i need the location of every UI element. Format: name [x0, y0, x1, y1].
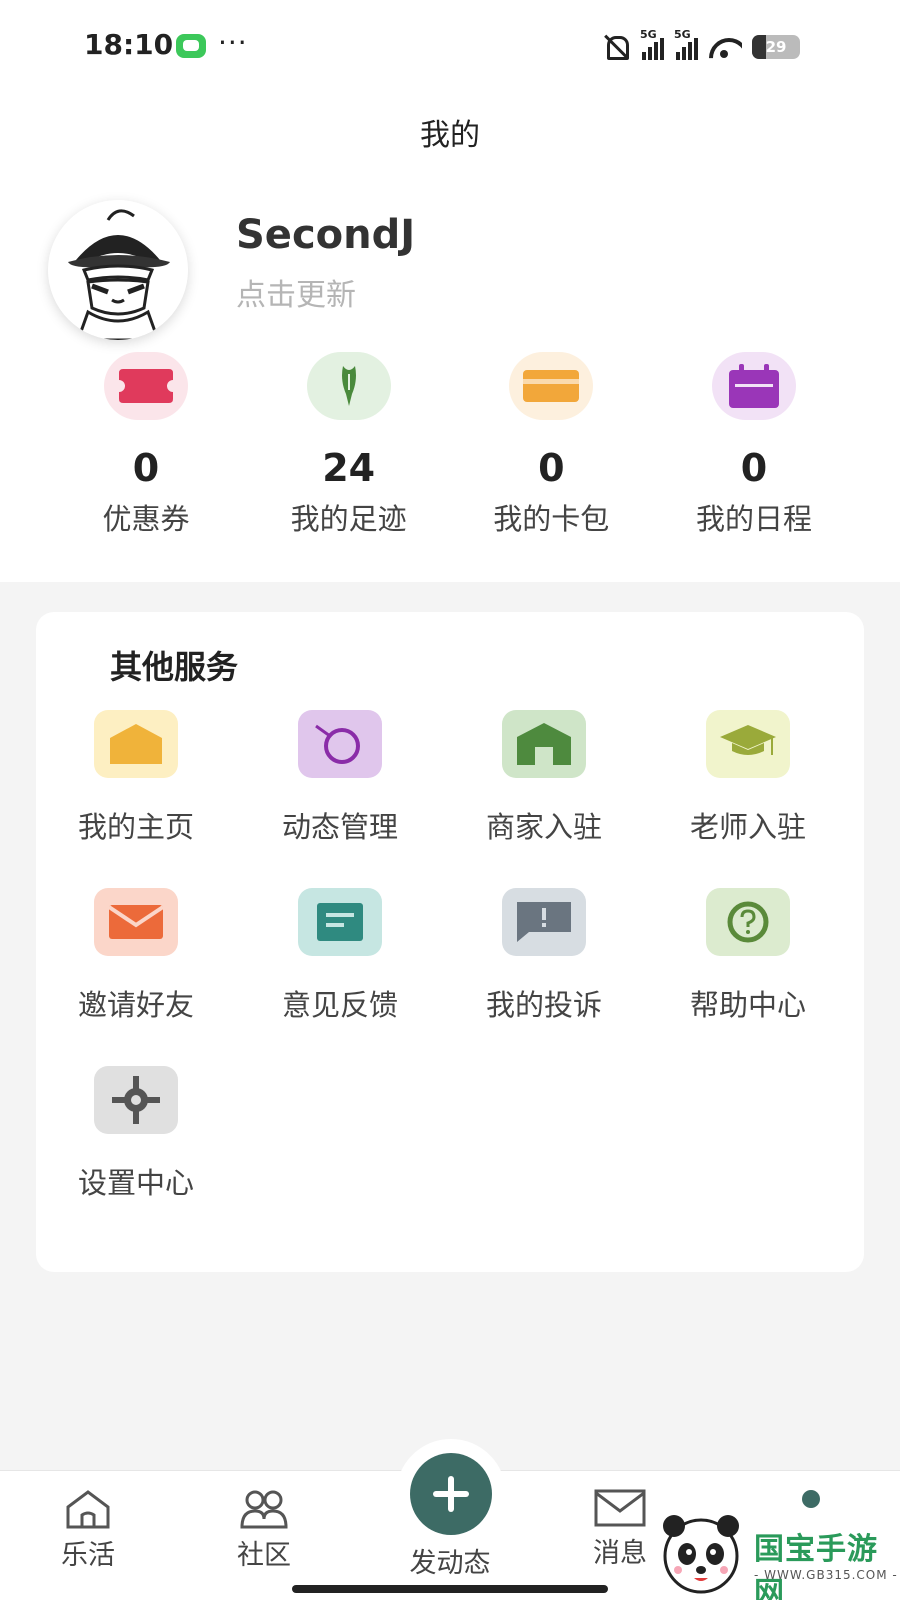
- service-label: 邀请好友: [77, 988, 194, 1022]
- nav-label: 社区: [237, 1540, 291, 1571]
- signal-icon: 5G: [674, 28, 698, 60]
- stat-value: 0: [132, 446, 160, 490]
- service-label: 我的主页: [77, 810, 194, 844]
- service-invite-friends[interactable]: 邀请好友: [36, 888, 236, 1024]
- home-icon: [94, 710, 178, 778]
- card-wallet-icon: [509, 352, 594, 420]
- nav-item-profile-dot[interactable]: [802, 1490, 820, 1508]
- home-indicator: [292, 1585, 608, 1593]
- service-label: 设置中心: [77, 1166, 194, 1200]
- nav-label: 消息: [593, 1538, 647, 1569]
- battery-level: 29: [765, 38, 787, 56]
- service-label: 我的投诉: [485, 988, 602, 1022]
- graduation-cap-icon: [706, 710, 790, 778]
- service-feedback[interactable]: 意见反馈: [240, 888, 440, 1024]
- service-settings-center[interactable]: 设置中心: [36, 1066, 236, 1202]
- mail-icon: [94, 888, 178, 956]
- avatar[interactable]: [48, 200, 188, 340]
- page-title: 我的: [420, 118, 480, 153]
- stat-coupons[interactable]: 0 优惠券: [46, 352, 246, 538]
- more-notifications-icon: ···: [218, 26, 248, 59]
- stat-label: 我的卡包: [493, 502, 610, 536]
- watermark-text: 国宝手游网: [754, 1532, 878, 1600]
- feedback-icon: [298, 888, 382, 956]
- service-label: 老师入驻: [689, 810, 806, 844]
- nav-item-lehuo[interactable]: 乐活: [18, 1489, 158, 1572]
- stats-row: 0 优惠券 24 我的足迹 0 我的卡包 0 我的日程: [46, 352, 854, 538]
- service-moments-management[interactable]: 动态管理: [240, 710, 440, 846]
- stat-value: 24: [322, 446, 376, 490]
- wifi-icon: [708, 34, 742, 60]
- shop-icon: [502, 710, 586, 778]
- stat-label: 我的日程: [695, 502, 812, 536]
- coupon-icon: [104, 352, 188, 420]
- stat-label: 我的足迹: [290, 502, 407, 536]
- service-my-complaints[interactable]: 我的投诉: [444, 888, 644, 1024]
- settings-icon: [94, 1066, 178, 1134]
- service-merchant-join[interactable]: 商家入驻: [444, 710, 644, 846]
- nav-label: 发动态: [409, 1548, 491, 1579]
- other-services-card: 其他服务 我的主页 动态管理 商家入驻 老师入驻 邀请好友 意见反馈 我的投诉 …: [36, 612, 864, 1272]
- service-label: 动态管理: [281, 810, 398, 844]
- post-moment-button[interactable]: [410, 1453, 492, 1535]
- network-type-label: 5G: [640, 28, 657, 41]
- stat-card-wallet[interactable]: 0 我的卡包: [451, 352, 651, 538]
- section-title: 其他服务: [110, 648, 239, 686]
- home-outline-icon: [66, 1490, 110, 1529]
- service-my-homepage[interactable]: 我的主页: [36, 710, 236, 846]
- panda-logo-icon: [663, 1515, 739, 1594]
- service-help-center[interactable]: 帮助中心: [648, 888, 848, 1024]
- service-label: 帮助中心: [689, 988, 806, 1022]
- community-icon: [240, 1490, 288, 1529]
- help-icon: [706, 888, 790, 956]
- plus-icon: [433, 1476, 469, 1512]
- mute-icon: [602, 33, 630, 61]
- nav-label: 乐活: [61, 1540, 115, 1571]
- watermark-url: - WWW.GB315.COM -: [754, 1568, 898, 1582]
- service-label: 商家入驻: [485, 810, 602, 844]
- service-label: 意见反馈: [281, 988, 398, 1022]
- stat-value: 0: [538, 446, 565, 490]
- username[interactable]: SecondJ: [236, 212, 415, 258]
- avatar-image: [48, 200, 188, 340]
- moments-icon: [298, 710, 382, 778]
- network-type-label: 5G: [674, 28, 691, 41]
- nav-item-post[interactable]: 发动态: [380, 1541, 520, 1580]
- status-indicators: 5G 5G 29: [602, 28, 800, 64]
- stat-schedule[interactable]: 0 我的日程: [654, 352, 854, 538]
- stat-label: 优惠券: [102, 502, 190, 536]
- status-bar: 18:10 ··· 5G 5G 29: [0, 0, 900, 90]
- service-teacher-join[interactable]: 老师入驻: [648, 710, 848, 846]
- footprint-icon: [306, 352, 391, 420]
- complaint-icon: [502, 888, 586, 956]
- nav-item-community[interactable]: 社区: [194, 1489, 334, 1572]
- stat-footprints[interactable]: 24 我的足迹: [249, 352, 449, 538]
- battery-icon: 29: [752, 35, 800, 59]
- stat-value: 0: [740, 446, 768, 490]
- calendar-icon: [711, 352, 796, 420]
- message-notification-icon: [176, 34, 206, 58]
- watermark: 国宝手游网 - WWW.GB315.COM -: [650, 1508, 900, 1600]
- message-icon: [594, 1489, 646, 1527]
- status-time: 18:10: [84, 28, 174, 61]
- signal-icon: 5G: [640, 28, 664, 60]
- profile-section: 我的 SecondJ 点击更新 0 优惠券 24 我的足迹 0 我的卡包 0 我…: [0, 90, 900, 582]
- update-profile-link[interactable]: 点击更新: [236, 270, 356, 314]
